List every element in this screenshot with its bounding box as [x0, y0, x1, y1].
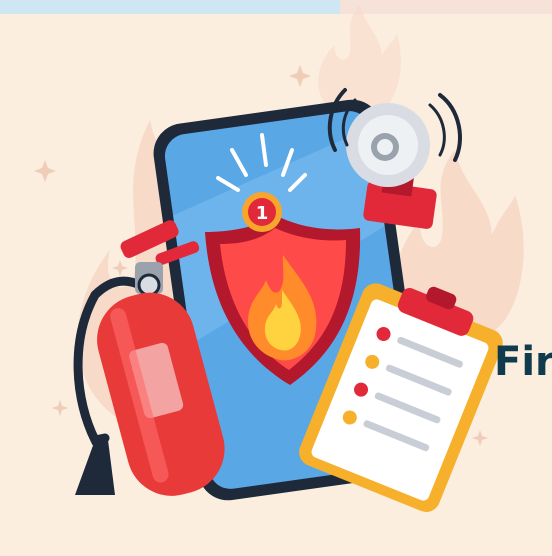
notification-badge: 1 [242, 192, 282, 232]
fire-safety-illustration: 1 [34, 5, 524, 512]
caption-text: Fir [494, 339, 552, 385]
badge-number: 1 [256, 203, 269, 224]
